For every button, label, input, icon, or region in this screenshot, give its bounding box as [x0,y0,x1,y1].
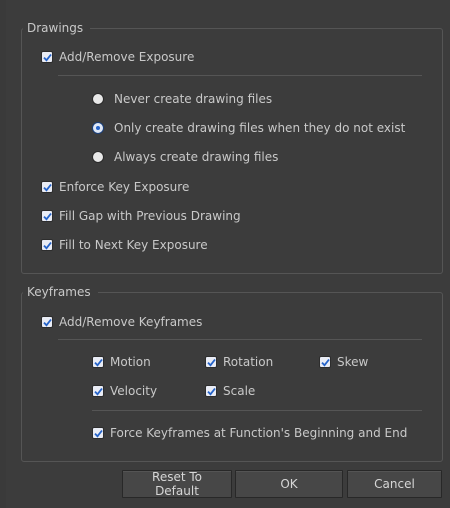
radio-only-create[interactable]: Only create drawing files when they do n… [92,119,405,137]
force-keyframes-checkbox[interactable]: Force Keyframes at Function's Beginning … [92,424,407,442]
keyframes-separator-top [58,339,422,340]
reset-to-default-button[interactable]: Reset To Default [122,470,232,498]
radio-only-label: Only create drawing files when they do n… [114,121,406,135]
radio-never-label: Never create drawing files [114,92,273,106]
velocity-label: Velocity [110,384,158,398]
cancel-button[interactable]: Cancel [347,470,442,498]
force-keyframes-label: Force Keyframes at Function's Beginning … [110,426,408,440]
enforce-key-exposure-label: Enforce Key Exposure [59,180,190,194]
checkmark-icon [41,239,53,251]
radio-always-label: Always create drawing files [114,150,279,164]
skew-checkbox[interactable]: Skew [319,353,368,371]
radio-selected-icon [92,122,104,134]
fill-gap-checkbox[interactable]: Fill Gap with Previous Drawing [41,207,241,225]
rotation-label: Rotation [223,355,274,369]
checkmark-icon [92,427,104,439]
skew-label: Skew [337,355,369,369]
add-remove-exposure-checkbox[interactable]: Add/Remove Exposure [41,48,194,66]
checkmark-icon [319,356,331,368]
add-remove-keyframes-checkbox[interactable]: Add/Remove Keyframes [41,313,202,331]
radio-always-create[interactable]: Always create drawing files [92,148,278,166]
drawings-group-title: Drawings [23,21,91,35]
radio-icon [92,151,104,163]
add-remove-exposure-label: Add/Remove Exposure [59,50,195,64]
keyframes-group-title: Keyframes [23,285,98,299]
scale-checkbox[interactable]: Scale [205,382,255,400]
checkmark-icon [92,356,104,368]
drawings-separator [58,75,422,76]
velocity-checkbox[interactable]: Velocity [92,382,157,400]
ok-button[interactable]: OK [235,470,343,498]
fill-next-key-label: Fill to Next Key Exposure [59,238,208,252]
add-remove-keyframes-label: Add/Remove Keyframes [59,315,203,329]
checkmark-icon [92,385,104,397]
checkmark-icon [41,210,53,222]
radio-icon [92,93,104,105]
fill-next-key-checkbox[interactable]: Fill to Next Key Exposure [41,236,208,254]
checkmark-icon [41,51,53,63]
checkmark-icon [41,181,53,193]
fill-gap-label: Fill Gap with Previous Drawing [59,209,241,223]
motion-checkbox[interactable]: Motion [92,353,151,371]
radio-never-create[interactable]: Never create drawing files [92,90,272,108]
rotation-checkbox[interactable]: Rotation [205,353,273,371]
checkmark-icon [205,356,217,368]
checkmark-icon [205,385,217,397]
enforce-key-exposure-checkbox[interactable]: Enforce Key Exposure [41,178,189,196]
keyframes-separator-bottom [92,410,422,411]
checkmark-icon [41,316,53,328]
scale-label: Scale [223,384,256,398]
exposure-keyframes-dialog: Drawings Add/Remove Exposure Never creat… [6,0,450,508]
motion-label: Motion [110,355,151,369]
